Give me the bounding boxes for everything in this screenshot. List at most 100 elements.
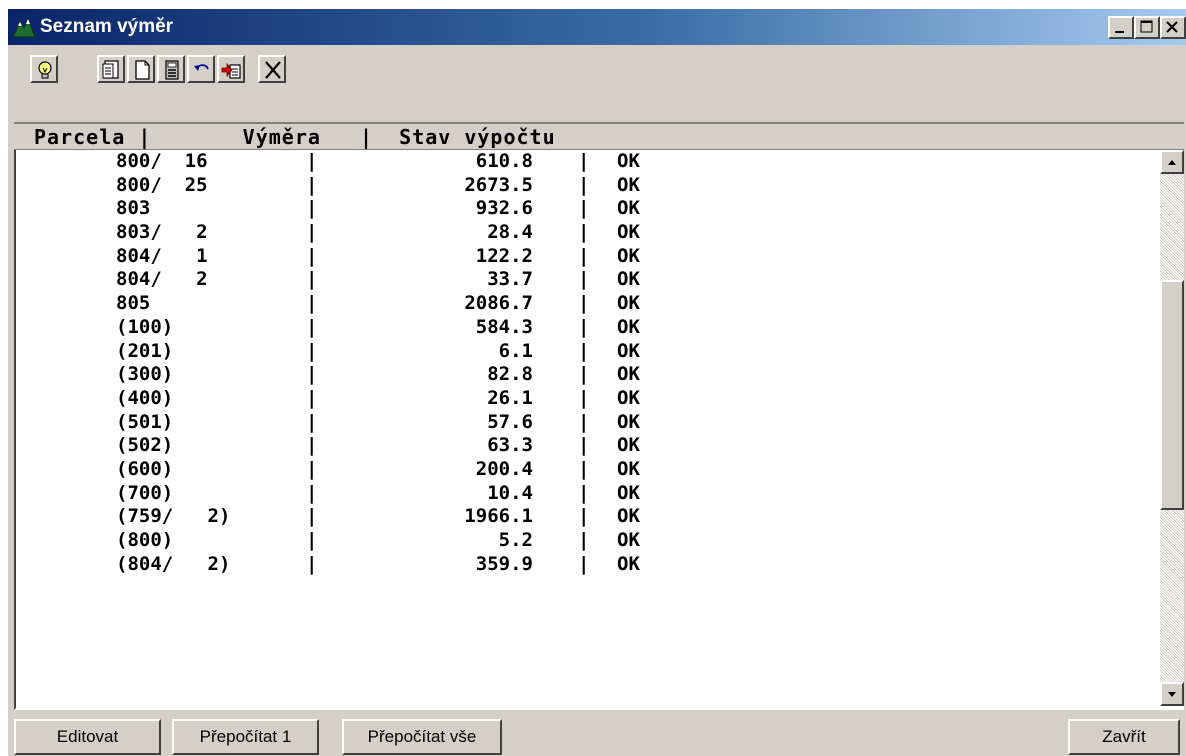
list-item[interactable]: (804/ 2) | 359.9 | OK bbox=[16, 553, 1158, 577]
recalculate-all-button[interactable]: Přepočítat vše bbox=[342, 719, 502, 755]
parcel-number: (800) bbox=[116, 529, 219, 551]
column-separator: | bbox=[578, 529, 590, 551]
undo-tool-button[interactable] bbox=[187, 55, 215, 83]
close-button[interactable]: Zavřít bbox=[1068, 719, 1180, 755]
calculator-tool-button[interactable] bbox=[157, 55, 185, 83]
parcel-number: (100) bbox=[116, 315, 219, 338]
column-separator: | bbox=[306, 197, 318, 220]
status-value: OK bbox=[617, 434, 640, 457]
column-separator: | bbox=[306, 457, 318, 480]
list-item[interactable]: 803 | 932.6 | OK bbox=[16, 197, 1158, 221]
area-value: 63.3 bbox=[487, 434, 533, 457]
status-value: OK bbox=[617, 386, 640, 409]
parcel-number: (201) bbox=[116, 339, 219, 362]
list-item[interactable]: (800) | 5.2 | OK bbox=[16, 529, 1158, 553]
maximize-button[interactable] bbox=[1134, 16, 1160, 39]
column-separator: | bbox=[578, 339, 590, 362]
scroll-thumb[interactable] bbox=[1160, 280, 1184, 510]
minimize-icon bbox=[1115, 31, 1124, 33]
list-item[interactable]: (201) | 6.1 | OK bbox=[16, 340, 1158, 364]
area-value: 932.6 bbox=[475, 197, 533, 220]
status-value: OK bbox=[617, 268, 640, 291]
delete-tool-button[interactable] bbox=[258, 55, 286, 83]
column-separator: | bbox=[578, 197, 590, 220]
toolbar bbox=[8, 49, 1186, 89]
column-separator: | bbox=[306, 481, 318, 504]
area-value: 57.6 bbox=[487, 410, 533, 433]
recalculate-one-button[interactable]: Přepočítat 1 bbox=[172, 719, 319, 755]
list-item[interactable]: (400) | 26.1 | OK bbox=[16, 387, 1158, 411]
new-page-icon bbox=[135, 60, 150, 80]
column-separator: | bbox=[578, 315, 590, 338]
column-separator: | bbox=[306, 292, 318, 315]
column-separator: | bbox=[306, 173, 318, 196]
status-value: OK bbox=[617, 197, 640, 220]
list-item[interactable]: (502) | 63.3 | OK bbox=[16, 434, 1158, 458]
edit-button[interactable]: Editovat bbox=[14, 719, 161, 755]
list-item[interactable]: 800/ 16 | 610.8 | OK bbox=[16, 150, 1158, 174]
list-item[interactable]: 804/ 2 | 33.7 | OK bbox=[16, 268, 1158, 292]
column-separator: | bbox=[578, 268, 590, 291]
status-value: OK bbox=[617, 552, 640, 575]
new-tool-button[interactable] bbox=[127, 55, 155, 83]
column-separator: | bbox=[306, 529, 318, 551]
list-item[interactable]: (100) | 584.3 | OK bbox=[16, 316, 1158, 340]
column-separator: | bbox=[306, 434, 318, 457]
list-item[interactable]: (700) | 10.4 | OK bbox=[16, 482, 1158, 506]
parcel-number: 805 bbox=[116, 292, 219, 315]
status-value: OK bbox=[617, 339, 640, 362]
parcel-number: 800/ 25 bbox=[116, 173, 219, 196]
list-tool-button[interactable] bbox=[97, 55, 125, 83]
list-item[interactable]: (759/ 2) | 1966.1 | OK bbox=[16, 505, 1158, 529]
scroll-up-button[interactable] bbox=[1160, 150, 1184, 174]
column-separator: | bbox=[306, 221, 318, 244]
import-tool-button[interactable] bbox=[217, 55, 245, 83]
list-item[interactable]: (300) | 82.8 | OK bbox=[16, 363, 1158, 387]
list-item[interactable]: (600) | 200.4 | OK bbox=[16, 458, 1158, 482]
list-item[interactable]: 800/ 25 | 2673.5 | OK bbox=[16, 174, 1158, 198]
column-separator: | bbox=[306, 505, 318, 528]
status-value: OK bbox=[617, 221, 640, 244]
area-value: 2673.5 bbox=[464, 173, 533, 196]
parcel-number: (501) bbox=[116, 410, 219, 433]
column-separator: | bbox=[306, 410, 318, 433]
column-separator: | bbox=[578, 244, 590, 267]
parcel-number: (600) bbox=[116, 457, 219, 480]
lightbulb-icon bbox=[38, 61, 52, 79]
column-separator: | bbox=[306, 150, 318, 172]
list-item[interactable]: 803/ 2 | 28.4 | OK bbox=[16, 221, 1158, 245]
status-value: OK bbox=[617, 363, 640, 386]
parcel-list[interactable]: 800/ 16 | 610.8 | OK 800/ 25 | 2673.5 | OK 803 |… bbox=[14, 150, 1184, 710]
column-header-text: Parcela | Výměra | Stav výpočtu bbox=[34, 125, 556, 149]
area-value: 584.3 bbox=[475, 315, 533, 338]
list-column-header: Parcela | Výměra | Stav výpočtu bbox=[14, 122, 1184, 150]
column-separator: | bbox=[578, 505, 590, 528]
close-icon bbox=[1166, 21, 1178, 33]
status-value: OK bbox=[617, 173, 640, 196]
list-item[interactable]: 805 | 2086.7 | OK bbox=[16, 292, 1158, 316]
column-separator: | bbox=[578, 481, 590, 504]
column-separator: | bbox=[578, 221, 590, 244]
area-value: 82.8 bbox=[487, 363, 533, 386]
hint-tool-button[interactable] bbox=[30, 55, 58, 83]
title-bar[interactable]: Seznam výměr bbox=[8, 9, 1186, 45]
window-title: Seznam výměr bbox=[40, 16, 174, 37]
parcel-number: (300) bbox=[116, 363, 219, 386]
undo-icon bbox=[194, 64, 209, 71]
status-value: OK bbox=[617, 244, 640, 267]
list-item[interactable]: (501) | 57.6 | OK bbox=[16, 411, 1158, 435]
scroll-down-button[interactable] bbox=[1160, 682, 1184, 706]
column-separator: | bbox=[306, 552, 318, 575]
vertical-scrollbar[interactable] bbox=[1160, 150, 1184, 706]
column-separator: | bbox=[578, 457, 590, 480]
status-value: OK bbox=[617, 315, 640, 338]
parcel-number: (804/ 2) bbox=[116, 552, 231, 575]
list-item[interactable]: 804/ 1 | 122.2 | OK bbox=[16, 245, 1158, 269]
arrow-up-icon bbox=[1168, 160, 1176, 165]
column-separator: | bbox=[306, 268, 318, 291]
column-separator: | bbox=[578, 363, 590, 386]
minimize-button[interactable] bbox=[1108, 16, 1134, 39]
area-value: 359.9 bbox=[475, 552, 533, 575]
column-separator: | bbox=[578, 552, 590, 575]
close-window-button[interactable] bbox=[1160, 16, 1186, 39]
